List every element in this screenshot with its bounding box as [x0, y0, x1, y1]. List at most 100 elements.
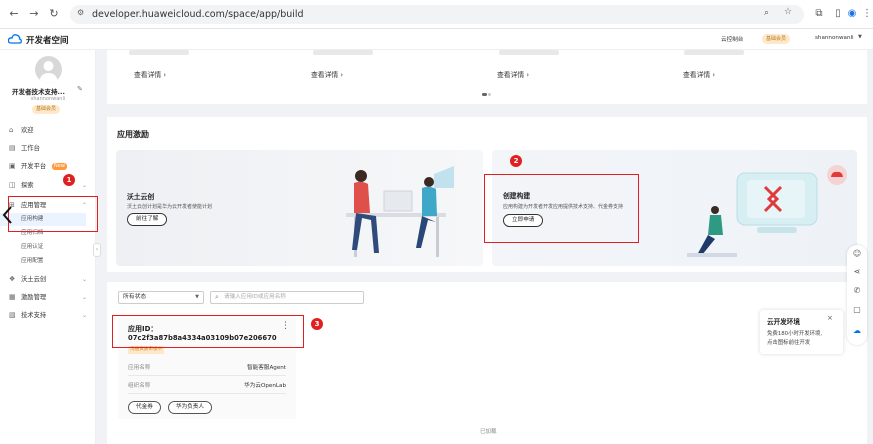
extensions-icon[interactable]: ⧉ [812, 7, 826, 21]
annotation-arrow-icon [2, 206, 12, 224]
address-bar[interactable]: ⚙ developer.huaweicloud.com/space/app/bu… [70, 5, 804, 24]
voucher-button[interactable]: 代金券 [128, 401, 161, 414]
cloud-console-link[interactable]: 云控制台 [721, 35, 743, 43]
cloud-dev-icon[interactable]: ☁ [847, 326, 867, 335]
app-title: 开发者空间 [26, 36, 69, 46]
chevron-down-icon: ⌄ [82, 182, 88, 189]
annotation-box-2 [484, 174, 639, 243]
learn-more-button[interactable]: 前往了解 [127, 213, 168, 226]
user-id: shannonwanli [30, 96, 66, 102]
top-card[interactable]: 查看详情 › [487, 50, 659, 87]
carousel-dot[interactable] [488, 93, 491, 96]
header-username[interactable]: shannonwanli [815, 35, 854, 41]
view-details-link[interactable]: 查看详情 › [683, 69, 715, 79]
view-details-label: 查看详情 [683, 71, 711, 79]
search-placeholder: 请输入应用ID或应用名称 [224, 294, 286, 300]
close-icon[interactable]: × [827, 314, 833, 322]
avatar[interactable] [35, 56, 62, 83]
carousel-dot-active[interactable] [482, 93, 487, 96]
top-card[interactable]: 查看详情 › [672, 50, 855, 87]
sidebar-item-label: 开发平台 [21, 163, 47, 170]
back-icon[interactable]: ← [7, 7, 21, 21]
annotation-box-3 [112, 315, 304, 348]
support-icon: ▧ [9, 311, 16, 319]
sidebar-subitem-label: 应用配置 [21, 258, 44, 264]
chevron-down-icon: ⌄ [82, 276, 88, 283]
edit-icon[interactable]: ✎ [77, 85, 83, 93]
url-text: developer.huaweicloud.com/space/app/buil… [92, 9, 304, 20]
view-details-link[interactable]: 查看详情 › [134, 69, 166, 79]
sidebar-item-workbench[interactable]: ▤ 工作台 [0, 141, 96, 156]
search-icon: ⌕ [215, 293, 219, 301]
search-input[interactable]: ⌕ 请输入应用ID或应用名称 [210, 291, 364, 304]
sidebar-member-badge: 基础会员 [32, 105, 61, 114]
chevron-down-icon: ⌄ [82, 312, 88, 319]
row-value: 智能客服Agent [247, 365, 286, 371]
view-details-link[interactable]: 查看详情 › [311, 69, 343, 79]
chevron-down-icon: ▼ [195, 294, 199, 300]
sidebar-item-explore[interactable]: ◫ 探索 ⌄ [0, 178, 96, 193]
explore-icon: ◫ [9, 181, 16, 189]
row-label: 应用名称 [128, 365, 151, 371]
sidebar-subitem-config[interactable]: 应用配置 [0, 255, 96, 268]
floating-toolbar: ☺ ⋖ ✆ ▢ ☁ [847, 245, 867, 345]
wotu-banner[interactable]: 沃土云创 沃土云创计划是华为云开发者使能计划 前往了解 [116, 150, 483, 266]
sidebar-item-label: 沃土云创 [21, 276, 47, 283]
annotation-box-1 [8, 196, 98, 232]
sidebar-item-welcome[interactable]: ⌂ 欢迎 [0, 123, 96, 138]
wotu-banner-title: 沃土云创 [127, 193, 155, 201]
annotation-marker-3: 3 [311, 318, 323, 330]
card-placeholder-bar [129, 50, 189, 55]
bookmark-star-icon[interactable]: ☆ [784, 7, 792, 17]
cloud-build-illustration [687, 165, 847, 257]
feedback-icon[interactable]: ▢ [847, 305, 867, 314]
avatar-person-icon [39, 61, 58, 83]
popup-desc: 免费180小时开发环境, [767, 331, 823, 337]
profile-icon[interactable]: ◉ [845, 7, 859, 21]
collapse-sidebar-button[interactable]: ‹ [93, 243, 101, 257]
sidebar-item-label: 欢迎 [21, 127, 34, 134]
smile-icon[interactable]: ☺ [847, 249, 867, 258]
reload-icon[interactable]: ↻ [47, 7, 61, 21]
phone-icon[interactable]: ✆ [847, 286, 867, 295]
card-placeholder-bar [313, 50, 373, 55]
loaded-status: 已加载 [480, 429, 497, 435]
member-badge[interactable]: 基础会员 [762, 34, 791, 44]
view-details-label: 查看详情 [134, 71, 162, 79]
sidebar-item-dev-platform[interactable]: ▣ 开发平台 New [0, 159, 96, 174]
menu-kebab-icon[interactable]: ⋮ [860, 7, 873, 21]
annotation-marker-2: 2 [510, 155, 522, 167]
app-name-row: 应用名称 智能客服Agent [128, 363, 286, 371]
wotu-banner-desc: 沃土云创计划是华为云开发者使能计划 [127, 204, 213, 210]
sidebar-item-label: 激励管理 [21, 294, 47, 301]
browser-toolbar: ← → ↻ ⚙ developer.huaweicloud.com/space/… [0, 0, 873, 29]
popup-title: 云开发环境 [767, 318, 800, 326]
top-card[interactable]: 查看详情 › [117, 50, 289, 87]
user-dropdown-icon[interactable]: ▼ [858, 34, 862, 40]
view-details-link[interactable]: 查看详情 › [497, 69, 529, 79]
top-card[interactable]: 查看详情 › [301, 50, 473, 87]
status-select[interactable]: 所有状态 ▼ [118, 291, 204, 304]
cloud-dev-popup: 云开发环境 × 免费180小时开发环境, 点击图标前往开发 [760, 310, 843, 354]
incentive-icon: ▦ [9, 293, 16, 301]
sidebar-item-label: 技术支持 [21, 312, 47, 319]
app-list-panel: 所有状态 ▼ ⌕ 请输入应用ID或应用名称 应用ID： 07c2f3a87b8a… [107, 282, 867, 444]
row-label: 组织名称 [128, 383, 151, 389]
huawei-contact-button[interactable]: 华为负责人 [168, 401, 212, 414]
forward-icon[interactable]: → [27, 7, 41, 21]
sidebar: 开发者技术支持... ✎ shannonwanli 基础会员 ⌂ 欢迎 ▤ 工作… [0, 50, 96, 444]
sidebar-subitem-label: 应用认证 [21, 244, 44, 250]
platform-icon: ▣ [9, 162, 16, 170]
app-header: 开发者空间 云控制台 基础会员 shannonwanli ▼ [0, 29, 873, 50]
sidebar-item-incentive[interactable]: ▦ 激励管理 ⌄ [0, 290, 96, 305]
sidebar-subitem-certify[interactable]: 应用认证 [0, 241, 96, 254]
popup-desc: 点击图标前往开发 [767, 340, 811, 346]
wotu-icon: ❖ [9, 275, 16, 283]
share-icon[interactable]: ⋖ [847, 267, 867, 276]
sidebar-item-support[interactable]: ▧ 技术支持 ⌄ [0, 308, 96, 323]
annotation-marker-1: 1 [63, 174, 75, 186]
zoom-icon[interactable]: ⌕ [764, 8, 769, 18]
sidebar-item-wotu[interactable]: ❖ 沃土云创 ⌄ [0, 272, 96, 287]
sidebar-panel-icon[interactable]: ▯ [831, 7, 845, 21]
site-info-icon[interactable]: ⚙ [77, 8, 84, 17]
